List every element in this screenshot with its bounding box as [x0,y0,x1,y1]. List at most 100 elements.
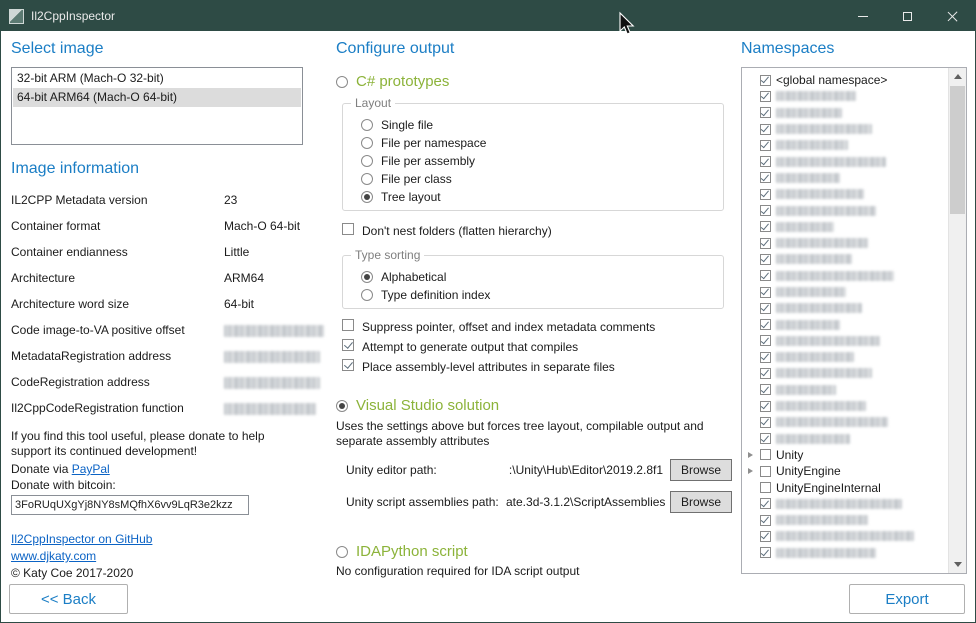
namespace-row[interactable] [746,105,945,121]
unity-editor-path-value[interactable]: :\Unity\Hub\Editor\2019.2.8f1 [506,463,670,477]
unity-editor-browse-button[interactable]: Browse [670,459,732,481]
namespaces-scrollbar[interactable] [948,68,966,573]
namespace-checkbox[interactable] [760,417,771,428]
namespace-checkbox[interactable] [760,124,771,135]
namespace-checkbox[interactable] [760,401,771,412]
unity-assemblies-browse-button[interactable]: Browse [670,491,732,513]
namespace-row[interactable] [746,153,945,169]
namespace-row[interactable] [746,88,945,104]
radio-option-label: File per namespace [381,136,486,150]
scrollbar-thumb[interactable] [950,86,965,214]
radio-option[interactable]: File per class [361,170,713,188]
unity-assemblies-path-value[interactable]: ate.3d-3.1.2\ScriptAssemblies [506,495,670,509]
minimize-button[interactable] [840,1,885,31]
namespace-row[interactable] [746,496,945,512]
namespace-checkbox[interactable] [760,515,771,526]
namespace-checkbox[interactable] [760,433,771,444]
radio-option[interactable]: Single file [361,116,713,134]
bitcoin-address-input[interactable] [11,495,249,515]
namespace-row[interactable] [746,528,945,544]
namespace-checkbox[interactable] [760,482,771,493]
namespace-checkbox[interactable] [760,140,771,151]
scrollbar-down-icon[interactable] [949,556,966,573]
expander-icon[interactable] [746,450,755,460]
namespace-row[interactable] [746,219,945,235]
namespace-checkbox[interactable] [760,254,771,265]
namespace-checkbox[interactable] [760,205,771,216]
checkbox-option[interactable]: Attempt to generate output that compiles [342,339,732,359]
export-button[interactable]: Export [849,584,965,614]
namespace-checkbox[interactable] [760,498,771,509]
namespace-row[interactable] [746,121,945,137]
radio-option[interactable]: Type definition index [361,286,713,304]
namespace-row[interactable] [746,170,945,186]
namespace-checkbox[interactable] [760,303,771,314]
expander-spacer [746,531,755,541]
namespace-row[interactable] [746,382,945,398]
namespace-row[interactable] [746,316,945,332]
namespace-checkbox[interactable] [760,189,771,200]
radio-option[interactable]: File per assembly [361,152,713,170]
namespace-checkbox[interactable] [760,287,771,298]
namespace-row[interactable] [746,202,945,218]
namespace-checkbox[interactable] [760,270,771,281]
idapython-radio[interactable]: IDAPython script [336,543,732,561]
namespace-checkbox[interactable] [760,352,771,363]
namespace-checkbox[interactable] [760,75,771,86]
maximize-button[interactable] [885,1,930,31]
vs-solution-radio[interactable]: Visual Studio solution [336,397,732,415]
checkbox-option[interactable]: Suppress pointer, offset and index metad… [342,319,732,339]
namespace-row[interactable] [746,512,945,528]
namespace-row[interactable] [746,414,945,430]
expander-spacer [746,222,755,232]
namespace-row[interactable] [746,333,945,349]
expander-icon[interactable] [746,466,755,476]
radio-option[interactable]: Tree layout [361,188,713,206]
checkbox-option[interactable]: Place assembly-level attributes in separ… [342,359,732,379]
namespace-row[interactable] [746,365,945,381]
namespace-row[interactable] [746,235,945,251]
github-link[interactable]: Il2CppInspector on GitHub [11,531,303,548]
namespace-row[interactable] [746,137,945,153]
namespace-checkbox[interactable] [760,466,771,477]
radio-option[interactable]: Alphabetical [361,268,713,286]
namespace-checkbox[interactable] [760,449,771,460]
namespace-row[interactable] [746,349,945,365]
namespace-checkbox[interactable] [760,172,771,183]
namespace-row[interactable] [746,398,945,414]
namespace-row[interactable] [746,186,945,202]
namespace-checkbox[interactable] [760,384,771,395]
namespace-row[interactable] [746,251,945,267]
radio-option[interactable]: File per namespace [361,134,713,152]
namespace-row[interactable] [746,431,945,447]
namespace-checkbox[interactable] [760,547,771,558]
namespace-checkbox[interactable] [760,156,771,167]
namespace-row[interactable] [746,545,945,561]
paypal-link[interactable]: PayPal [72,462,110,476]
scrollbar-up-icon[interactable] [949,68,966,85]
close-button[interactable] [930,1,975,31]
csharp-prototypes-radio[interactable]: C# prototypes [336,73,732,91]
namespace-checkbox[interactable] [760,319,771,330]
namespace-row[interactable] [746,284,945,300]
website-link[interactable]: www.djkaty.com [11,548,303,565]
namespace-checkbox[interactable] [760,238,771,249]
namespace-checkbox[interactable] [760,531,771,542]
image-list-item[interactable]: 32-bit ARM (Mach-O 32-bit) [13,69,301,88]
namespace-row[interactable]: UnityEngineInternal [746,479,945,495]
image-list-item[interactable]: 64-bit ARM64 (Mach-O 64-bit) [13,88,301,107]
namespace-checkbox[interactable] [760,107,771,118]
namespace-row[interactable]: <global namespace> [746,72,945,88]
namespace-row[interactable]: UnityEngine [746,463,945,479]
namespace-row[interactable] [746,300,945,316]
checkbox-option[interactable]: Don't nest folders (flatten hierarchy) [342,223,732,243]
namespace-checkbox[interactable] [760,221,771,232]
redacted-namespace [776,271,894,281]
namespace-checkbox[interactable] [760,368,771,379]
back-button[interactable]: << Back [9,584,128,614]
namespace-checkbox[interactable] [760,91,771,102]
namespace-row[interactable]: Unity [746,447,945,463]
namespace-checkbox[interactable] [760,335,771,346]
namespace-row[interactable] [746,268,945,284]
image-listbox[interactable]: 32-bit ARM (Mach-O 32-bit)64-bit ARM64 (… [11,67,303,145]
